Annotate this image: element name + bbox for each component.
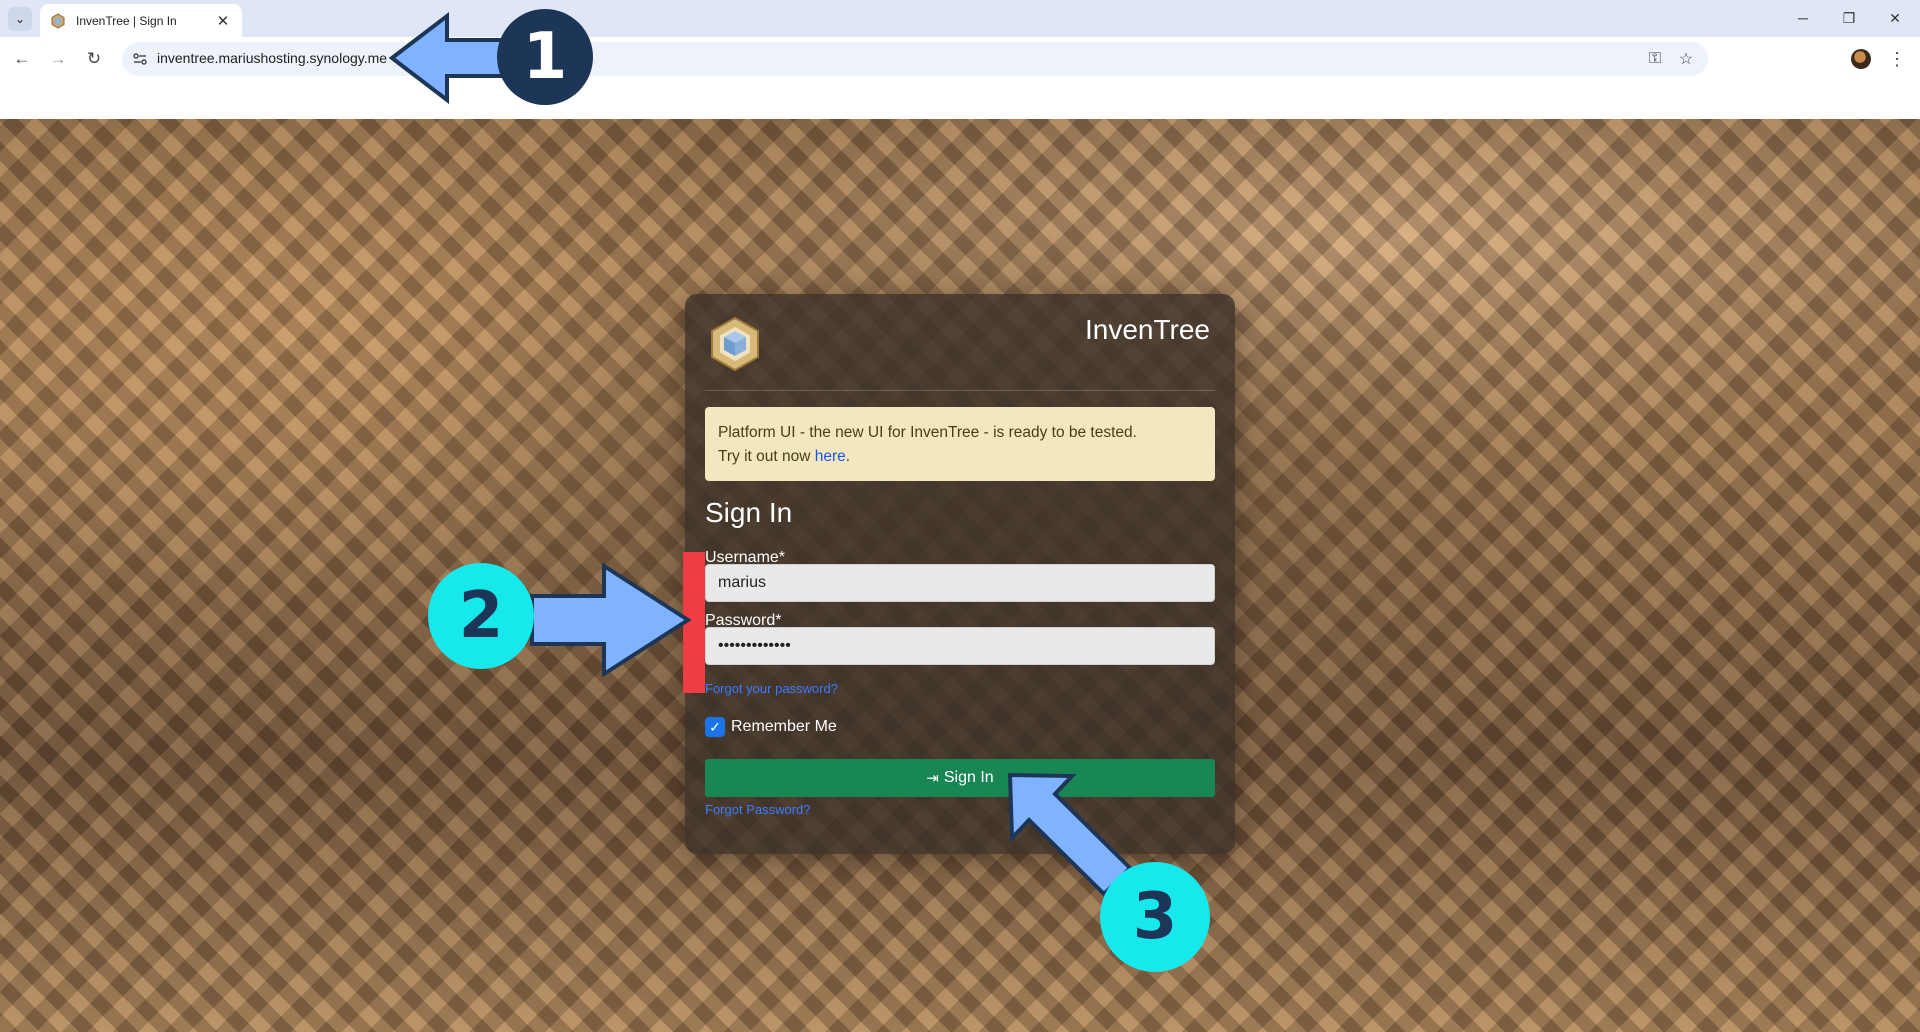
highlight-marker: [683, 552, 705, 693]
reload-icon[interactable]: ↻: [81, 47, 107, 71]
minimize-button[interactable]: ─: [1780, 5, 1826, 31]
forgot-password-link[interactable]: Forgot Password?: [705, 802, 811, 817]
page-top-spacer: [0, 81, 1920, 119]
kebab-menu-icon[interactable]: ⋮: [1888, 48, 1906, 70]
sign-in-button[interactable]: ⇥ Sign In: [705, 759, 1215, 797]
brand-title: InvenTree: [1084, 314, 1210, 345]
restore-button[interactable]: ❐: [1826, 5, 1872, 31]
tab-close-icon[interactable]: ✕: [214, 12, 232, 30]
login-card: InvenTree Platform UI - the new UI for I…: [685, 294, 1235, 854]
sign-in-icon: ⇥: [926, 770, 939, 787]
url-text: inventree.mariushosting.synology.me: [157, 50, 388, 66]
platform-ui-alert: Platform UI - the new UI for InvenTree -…: [705, 407, 1215, 481]
address-bar[interactable]: inventree.mariushosting.synology.me ⚿ ☆: [122, 42, 1708, 76]
sign-in-heading: Sign In: [705, 497, 793, 528]
tab-inventree-signin[interactable]: InvenTree | Sign In ✕: [40, 4, 242, 37]
password-key-icon[interactable]: ⚿: [1644, 49, 1666, 69]
tab-search-button[interactable]: ⌄: [8, 7, 32, 31]
inventree-logo-icon: [711, 316, 759, 372]
remember-me-checkbox[interactable]: ✓: [705, 717, 725, 737]
step-badge-2: 2: [428, 563, 534, 669]
back-icon[interactable]: ←: [9, 47, 35, 71]
browser-tab-strip: ⌄ InvenTree | Sign In ✕ ─ ❐ ✕: [0, 0, 1920, 37]
alert-line-2-prefix: Try it out now: [718, 448, 815, 465]
inventree-favicon-icon: [51, 12, 65, 29]
remember-me-row[interactable]: ✓ Remember Me: [705, 717, 837, 737]
step-badge-1: 1: [497, 9, 593, 105]
bookmark-star-icon[interactable]: ☆: [1675, 49, 1697, 69]
site-info-icon[interactable]: [131, 50, 149, 68]
alert-line-2: Try it out now here.: [718, 445, 1202, 469]
remember-me-label: Remember Me: [731, 718, 837, 735]
sign-in-button-label: Sign In: [943, 769, 994, 786]
close-window-button[interactable]: ✕: [1872, 5, 1918, 31]
password-input[interactable]: [705, 627, 1215, 665]
step-badge-3: 3: [1100, 862, 1210, 972]
alert-here-link[interactable]: here: [815, 448, 846, 465]
header-divider: [705, 390, 1215, 391]
forgot-your-password-link[interactable]: Forgot your password?: [705, 681, 838, 696]
browser-toolbar: ← → ↻ inventree.mariushosting.synology.m…: [0, 37, 1920, 81]
profile-avatar[interactable]: [1851, 49, 1871, 69]
username-input[interactable]: [705, 564, 1215, 602]
tab-title: InvenTree | Sign In: [76, 13, 177, 28]
alert-line-1: Platform UI - the new UI for InvenTree -…: [718, 424, 1137, 441]
alert-line-2-suffix: .: [845, 448, 851, 465]
forward-icon[interactable]: →: [45, 47, 71, 71]
